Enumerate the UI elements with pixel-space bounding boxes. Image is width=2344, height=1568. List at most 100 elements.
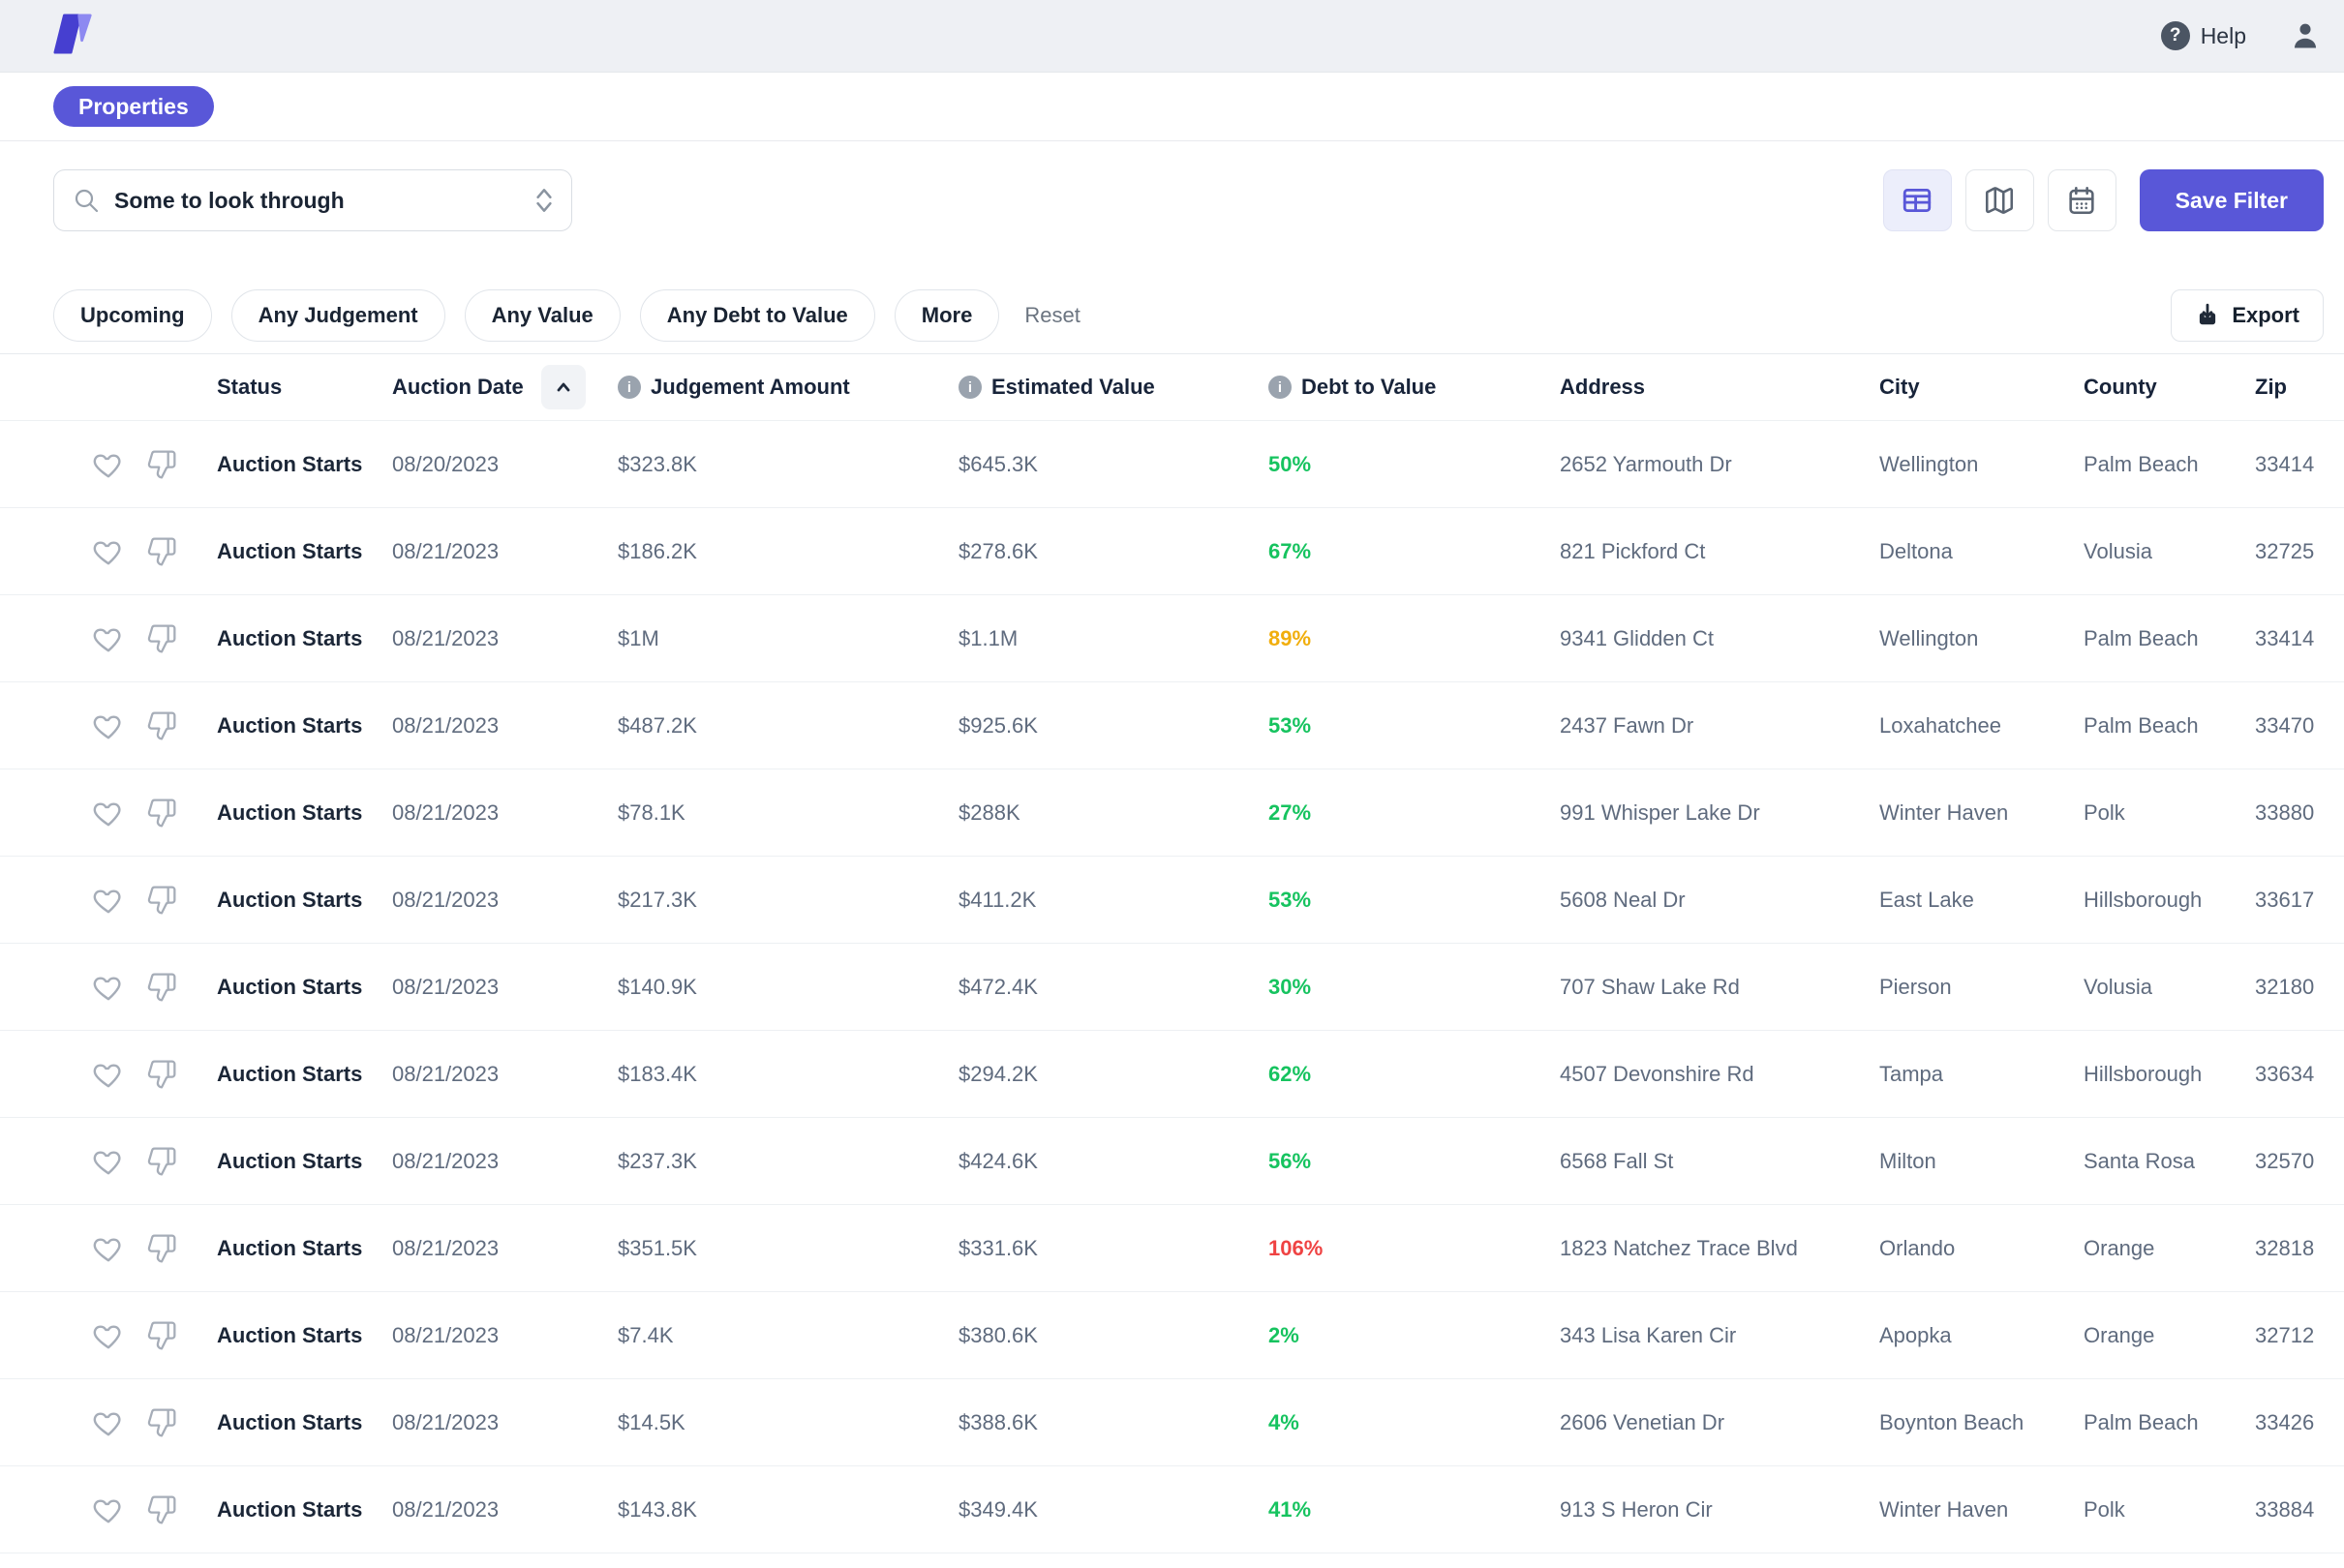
map-view-button[interactable] [1965, 169, 2034, 231]
dismiss-button[interactable] [146, 1407, 177, 1438]
toolbar: Save Filter [0, 141, 2344, 231]
table-row[interactable]: Auction Starts 08/21/2023 $186.2K $278.6… [0, 508, 2344, 595]
sort-asc-icon[interactable] [541, 365, 586, 409]
county-cell: Hillsborough [2084, 1062, 2255, 1087]
column-header-city[interactable]: City [1879, 375, 2084, 400]
filter-chip[interactable]: Any Judgement [231, 289, 445, 342]
user-avatar-button[interactable] [2289, 19, 2322, 52]
table-row[interactable]: Auction Starts 08/21/2023 $140.9K $472.4… [0, 944, 2344, 1031]
filter-chip[interactable]: More [895, 289, 1000, 342]
favorite-button[interactable] [92, 884, 125, 917]
auction-date-cell: 08/21/2023 [392, 1410, 618, 1435]
user-avatar-icon [2289, 19, 2322, 52]
dismiss-button[interactable] [146, 710, 177, 741]
column-header-county[interactable]: County [2084, 375, 2255, 400]
dismiss-button[interactable] [146, 1059, 177, 1090]
dismiss-button[interactable] [146, 1494, 177, 1525]
favorite-button[interactable] [92, 448, 125, 481]
info-icon[interactable]: i [1268, 376, 1292, 399]
auction-date-cell: 08/21/2023 [392, 800, 618, 826]
favorite-button[interactable] [92, 1145, 125, 1178]
favorite-button[interactable] [92, 709, 125, 742]
favorite-button[interactable] [92, 1406, 125, 1439]
column-header-zip[interactable]: Zip [2255, 375, 2324, 400]
brand-logo[interactable] [53, 13, 94, 60]
column-header-estimated-value[interactable]: i Estimated Value [959, 375, 1268, 400]
filter-chip[interactable]: Any Value [465, 289, 621, 342]
search-input[interactable] [114, 188, 519, 214]
reset-filters-button[interactable]: Reset [1024, 303, 1080, 328]
auction-date-cell: 08/21/2023 [392, 1323, 618, 1348]
export-button[interactable]: Export [2171, 289, 2324, 342]
dismiss-button[interactable] [146, 449, 177, 480]
favorite-button[interactable] [92, 1493, 125, 1526]
auction-date-cell: 08/21/2023 [392, 713, 618, 739]
judgement-amount-cell: $7.4K [618, 1323, 959, 1348]
city-cell: Orlando [1879, 1236, 2084, 1261]
thumbs-down-icon [146, 536, 177, 567]
auction-date-cell: 08/21/2023 [392, 888, 618, 913]
calendar-view-button[interactable] [2048, 169, 2116, 231]
table-header-row: Status Auction Date i Judgement Amount i… [0, 354, 2344, 421]
table-view-button[interactable] [1883, 169, 1952, 231]
favorite-button[interactable] [92, 535, 125, 568]
county-cell: Volusia [2084, 975, 2255, 1000]
table-row[interactable]: Auction Starts 08/21/2023 $7.4K $380.6K … [0, 1292, 2344, 1379]
table-row[interactable]: Auction Starts 08/21/2023 $14.5K $388.6K… [0, 1379, 2344, 1466]
thumbs-down-icon [146, 623, 177, 654]
column-header-judgement-amount[interactable]: i Judgement Amount [618, 375, 959, 400]
status-cell: Auction Starts [217, 800, 392, 826]
table-row[interactable]: Auction Starts 08/21/2023 $78.1K $288K 2… [0, 769, 2344, 857]
estimated-value-cell: $331.6K [959, 1236, 1268, 1261]
column-header-auction-date[interactable]: Auction Date [392, 365, 618, 409]
estimated-value-cell: $472.4K [959, 975, 1268, 1000]
dismiss-button[interactable] [146, 885, 177, 916]
saved-search-select[interactable] [53, 169, 572, 231]
table-row[interactable]: Auction Starts 08/21/2023 $183.4K $294.2… [0, 1031, 2344, 1118]
info-icon[interactable]: i [959, 376, 982, 399]
debt-to-value-cell: 56% [1268, 1149, 1560, 1174]
dismiss-button[interactable] [146, 536, 177, 567]
county-cell: Polk [2084, 1497, 2255, 1523]
estimated-value-cell: $349.4K [959, 1497, 1268, 1523]
column-header-address[interactable]: Address [1560, 375, 1879, 400]
dismiss-button[interactable] [146, 1233, 177, 1264]
dismiss-button[interactable] [146, 798, 177, 829]
debt-to-value-cell: 27% [1268, 800, 1560, 826]
tab-properties[interactable]: Properties [53, 86, 214, 127]
save-filter-button[interactable]: Save Filter [2140, 169, 2324, 231]
table-row[interactable]: Auction Starts 08/21/2023 $351.5K $331.6… [0, 1205, 2344, 1292]
help-button[interactable]: ? Help [2161, 21, 2246, 50]
export-label: Export [2232, 303, 2299, 328]
column-header-debt-to-value[interactable]: i Debt to Value [1268, 375, 1560, 400]
favorite-button[interactable] [92, 622, 125, 655]
favorite-button[interactable] [92, 971, 125, 1004]
filter-chip-label: Any Debt to Value [667, 303, 848, 328]
zip-cell: 33634 [2255, 1062, 2324, 1087]
dismiss-button[interactable] [146, 972, 177, 1003]
city-cell: Loxahatchee [1879, 713, 2084, 739]
table-row[interactable]: Auction Starts 08/21/2023 $1M $1.1M 89% … [0, 595, 2344, 682]
favorite-button[interactable] [92, 797, 125, 829]
table-row[interactable]: Auction Starts 08/21/2023 $217.3K $411.2… [0, 857, 2344, 944]
dismiss-button[interactable] [146, 1146, 177, 1177]
chevron-up-down-icon [533, 185, 556, 216]
dismiss-button[interactable] [146, 1320, 177, 1351]
county-cell: Palm Beach [2084, 626, 2255, 651]
table-row[interactable]: Auction Starts 08/20/2023 $323.8K $645.3… [0, 421, 2344, 508]
address-cell: 913 S Heron Cir [1560, 1497, 1879, 1523]
filter-chip[interactable]: Upcoming [53, 289, 212, 342]
thumbs-down-icon [146, 1494, 177, 1525]
favorite-button[interactable] [92, 1232, 125, 1265]
favorite-button[interactable] [92, 1319, 125, 1352]
info-icon[interactable]: i [618, 376, 641, 399]
column-header-status[interactable]: Status [217, 375, 392, 400]
table-row[interactable]: Auction Starts 08/21/2023 $487.2K $925.6… [0, 682, 2344, 769]
favorite-button[interactable] [92, 1058, 125, 1091]
status-cell: Auction Starts [217, 452, 392, 477]
table-row[interactable]: Auction Starts 08/21/2023 $237.3K $424.6… [0, 1118, 2344, 1205]
dismiss-button[interactable] [146, 623, 177, 654]
table-row[interactable]: Auction Starts 08/21/2023 $143.8K $349.4… [0, 1466, 2344, 1553]
filter-chip[interactable]: Any Debt to Value [640, 289, 875, 342]
properties-table: Status Auction Date i Judgement Amount i… [0, 354, 2344, 1553]
